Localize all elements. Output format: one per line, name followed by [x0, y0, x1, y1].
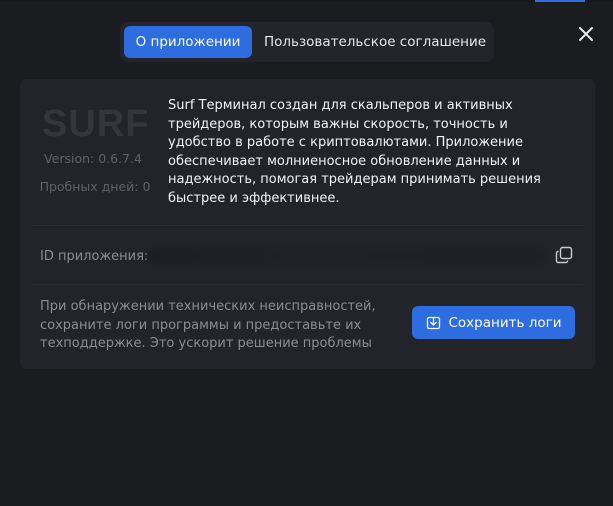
download-icon: [426, 316, 440, 330]
app-id-label: ID приложения:: [40, 249, 149, 264]
save-logs-button[interactable]: Сохранить логи: [412, 306, 575, 339]
copy-icon: [555, 246, 573, 264]
logs-hint: При обнаружении технических неисправност…: [40, 299, 376, 351]
tab-about[interactable]: О приложении: [124, 26, 252, 58]
app-description: Surf Терминал создан для скальперов и ак…: [168, 98, 541, 206]
top-accent-bar: [535, 0, 585, 2]
app-version: Version: 0.6.7.4: [44, 151, 142, 166]
save-logs-label: Сохранить логи: [448, 314, 562, 331]
divider: [32, 225, 583, 226]
tab-user-agreement[interactable]: Пользовательское соглашение: [260, 26, 490, 58]
window-top-edge: [0, 0, 613, 2]
close-icon: [579, 27, 593, 41]
about-card: SURF Version: 0.6.7.4 Пробных дней: 0 Su…: [20, 79, 595, 369]
app-logo: SURF: [42, 103, 150, 145]
app-id-value-redacted: [148, 247, 546, 265]
about-dialog: { "tabs": [ {"label": "О приложении", "a…: [0, 0, 613, 506]
close-button[interactable]: [575, 23, 597, 45]
trial-days: Пробных дней: 0: [39, 179, 151, 194]
copy-id-button[interactable]: [555, 246, 573, 264]
divider: [32, 284, 583, 285]
tab-bar: О приложении Пользовательское соглашение: [120, 22, 494, 62]
